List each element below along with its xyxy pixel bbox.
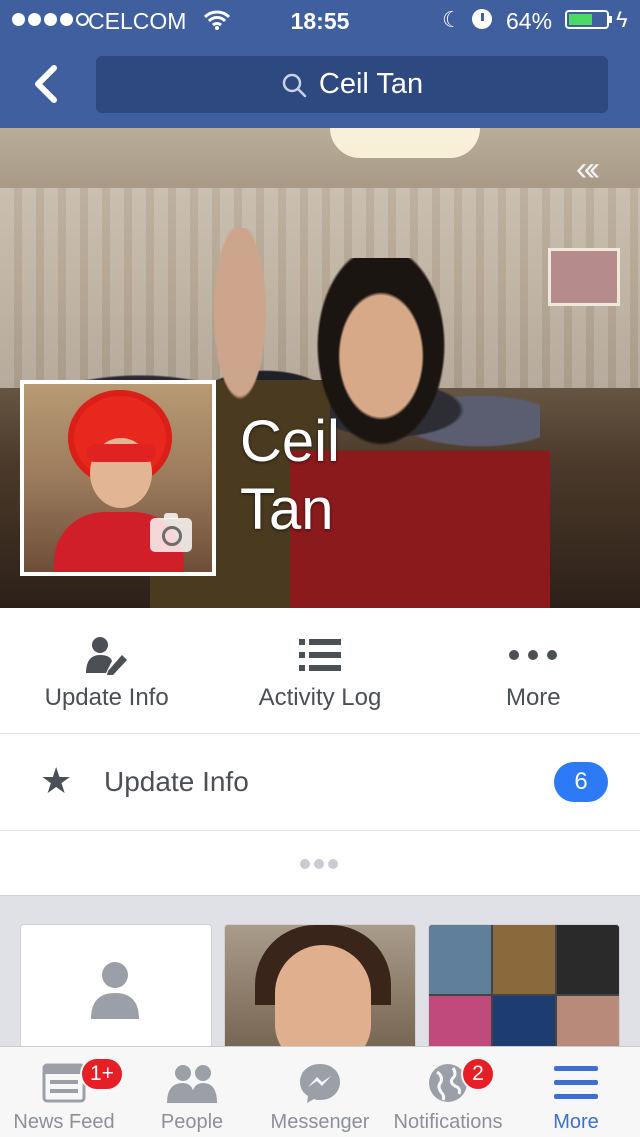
search-text: Ceil Tan [318,68,424,100]
people-icon [167,1065,217,1103]
tab-news-feed[interactable]: 1+ News Feed [0,1047,128,1137]
tab-messenger[interactable]: Messenger [256,1047,384,1137]
more-button[interactable]: More [427,608,640,733]
person-silhouette-icon [91,962,139,1019]
status-bar: CELCOM 18:55 ☾ 64% ϟ [0,0,640,40]
news-feed-icon [42,1063,86,1103]
battery-tip [609,16,612,23]
update-info-row-label: Update Info [104,766,249,797]
update-info-button[interactable]: Update Info [0,608,213,733]
profile-name: Ceil Tan [240,408,340,544]
activity-log-label: Activity Log [258,684,382,711]
search-bar[interactable]: Ceil Tan [96,56,608,113]
charging-icon: ϟ [616,7,628,32]
top-bar: CELCOM 18:55 ☾ 64% ϟ Ceil Tan [0,0,640,128]
update-info-label: Update Info [44,684,169,711]
tab-label: More [553,1111,599,1133]
tab-label: Notifications [393,1111,503,1133]
battery-icon [565,10,609,29]
tab-label: People [160,1111,224,1133]
tab-label: News Feed [13,1111,115,1133]
menu-icon [554,1066,598,1099]
tab-notifications[interactable]: 2 Notifications [384,1047,512,1137]
star-icon: ★ [40,760,73,801]
do-not-disturb-icon: ☾ [442,7,462,32]
camera-icon[interactable] [150,513,192,552]
search-icon [282,73,307,97]
tile-friends[interactable] [428,924,620,1066]
profile-last-name: Tan [240,477,334,542]
tab-bar: 1+ News Feed People Messenger 2 Notifica… [0,1046,640,1137]
notifications-badge: 2 [461,1057,495,1091]
person-edit-icon [85,637,127,675]
profile-actions: Update Info Activity Log More [0,608,640,734]
list-icon [298,639,341,671]
messenger-icon [300,1064,340,1103]
tab-more[interactable]: More [512,1047,640,1137]
show-more-row[interactable] [0,831,640,896]
alarm-icon [472,9,492,29]
double-chevron-left-icon[interactable]: «‹ [576,150,600,189]
back-chevron-icon[interactable] [28,64,64,104]
update-info-row[interactable]: ★ Update Info 6 [0,734,640,831]
activity-log-button[interactable]: Activity Log [213,608,426,733]
tile-about[interactable] [20,924,212,1066]
news-feed-badge: 1+ [80,1057,124,1091]
more-label: More [505,684,561,711]
more-dots-icon [509,650,558,660]
update-count-badge: 6 [554,762,608,802]
tile-photos[interactable] [224,924,416,1066]
ellipsis-icon [300,859,338,869]
battery-percent: 64% [506,8,553,34]
profile-picture[interactable] [20,380,216,576]
tab-label: Messenger [270,1111,370,1133]
cover-photo[interactable]: «‹ Ceil Tan [0,128,640,608]
tab-people[interactable]: People [128,1047,256,1137]
profile-first-name: Ceil [240,409,340,474]
